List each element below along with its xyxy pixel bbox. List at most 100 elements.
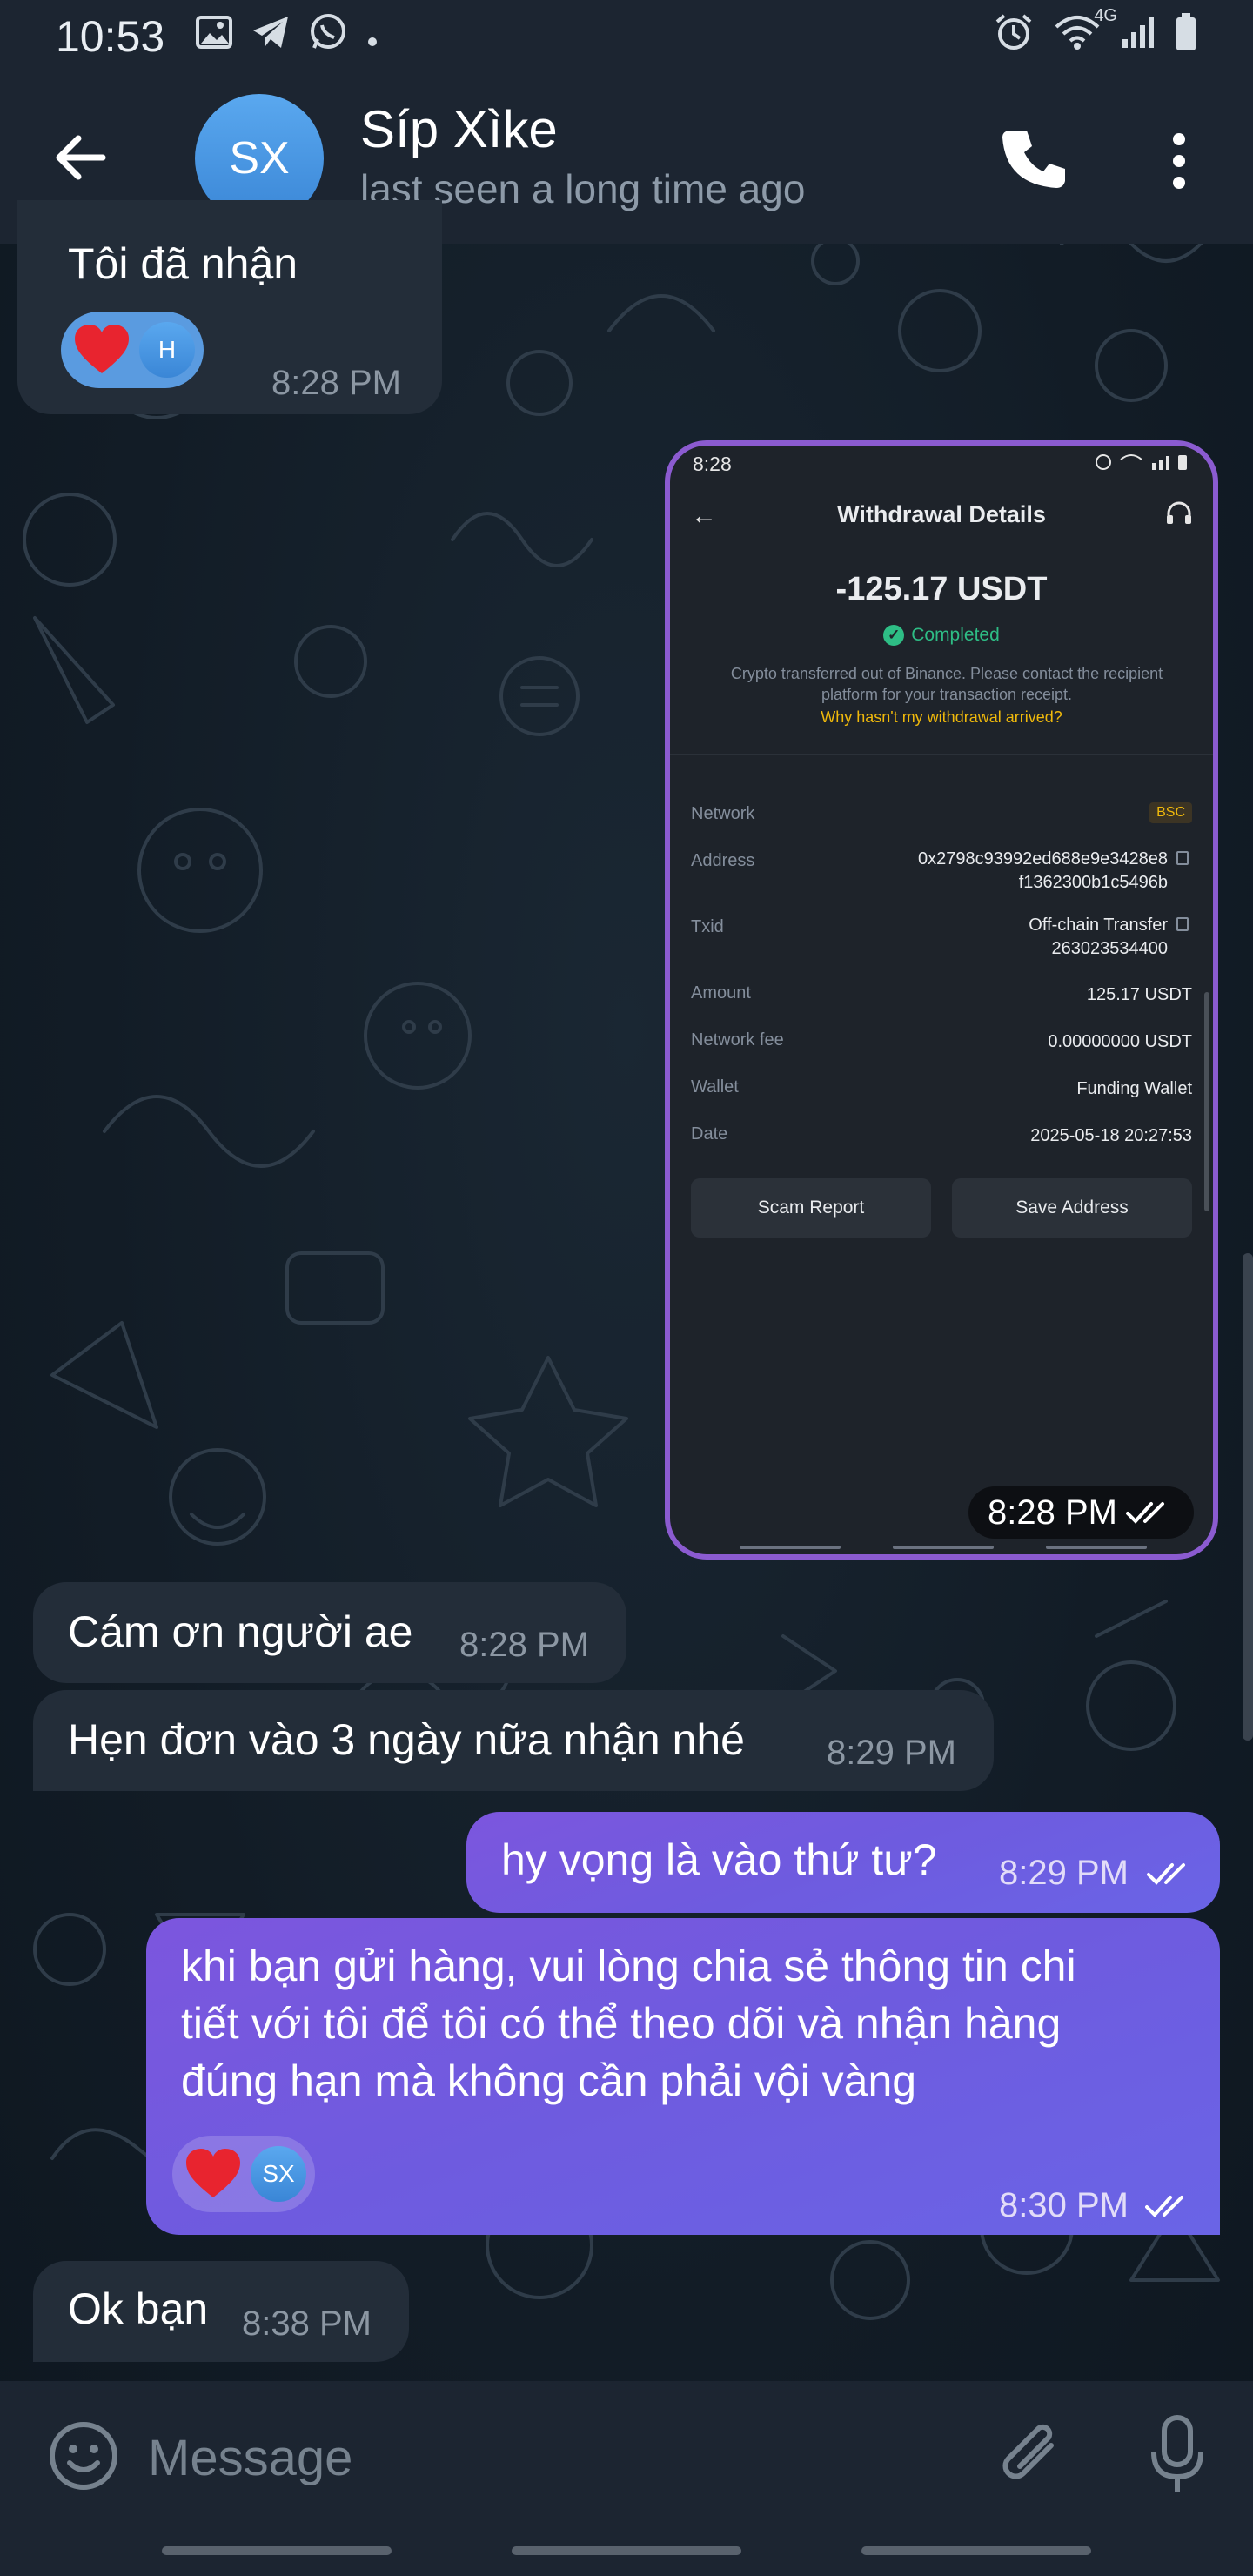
message-bubble-incoming[interactable]: Tôi đã nhận H 8:28 PM xyxy=(17,200,442,414)
withdrawal-status: ✓ Completed xyxy=(670,625,1213,647)
double-check-icon xyxy=(1145,2196,1183,2217)
system-icons: 4G xyxy=(994,6,1197,60)
message-time: 8:28 PM xyxy=(459,1626,589,1664)
microphone-icon xyxy=(1151,2415,1203,2492)
message-time: 8:28 PM xyxy=(988,1493,1117,1532)
attach-button[interactable] xyxy=(997,2416,1070,2498)
message-bubble-outgoing[interactable]: hy vọng là vào thứ tư? 8:29 PM xyxy=(466,1812,1220,1913)
nav-bar-pill xyxy=(861,2546,1091,2555)
network-type-label: 4G xyxy=(1094,6,1117,25)
alarm-icon xyxy=(994,13,1034,60)
reaction-chip[interactable]: H xyxy=(61,312,204,388)
smiley-icon xyxy=(50,2422,117,2490)
withdrawal-description: Crypto transferred out of Binance. Pleas… xyxy=(730,665,1163,703)
txid-line-1: Off-chain Transfer xyxy=(1029,916,1168,935)
message-time: 8:30 PM xyxy=(999,2186,1129,2224)
copy-icon xyxy=(1176,917,1189,931)
detail-label: Date xyxy=(691,1124,728,1144)
emoji-button[interactable] xyxy=(47,2419,120,2492)
detail-label: Address xyxy=(691,851,755,870)
withdrawal-amount: -125.17 USDT xyxy=(835,571,1048,607)
back-button[interactable] xyxy=(50,127,111,188)
message-bubble-incoming[interactable]: Hẹn đơn vào 3 ngày nữa nhận nhé 8:29 PM xyxy=(33,1690,994,1791)
network-badge: BSC xyxy=(1149,802,1192,823)
message-time: 8:28 PM xyxy=(271,364,401,402)
message-text: Hẹn đơn vào 3 ngày nữa nhận nhé xyxy=(68,1715,745,1764)
screenshot-topbar: ← Withdrawal Details xyxy=(670,486,1213,547)
screenshot-nav-bar xyxy=(740,1546,841,1549)
txid-value: Off-chain Transfer 263023534400 xyxy=(1029,914,1189,961)
withdrawal-help-link: Why hasn't my withdrawal arrived? xyxy=(821,708,1062,726)
chat-scrollbar[interactable] xyxy=(1243,1253,1253,1741)
message-text: Cám ơn người ae xyxy=(68,1607,413,1656)
status-time: 10:53 xyxy=(56,12,165,61)
detail-label: Amount xyxy=(691,983,751,1003)
wifi-icon: 4G xyxy=(1053,6,1117,60)
phone-icon xyxy=(1002,131,1065,188)
arrow-left-icon xyxy=(56,135,106,180)
more-vertical-icon xyxy=(1173,133,1185,189)
nav-bar-pill xyxy=(162,2546,392,2555)
whatsapp-icon xyxy=(309,13,347,60)
txid-line-2: 263023534400 xyxy=(1051,939,1168,958)
message-text-line: khi bạn gửi hàng, vui lòng chia sẻ thông… xyxy=(181,1942,1076,1990)
message-text: hy vọng là vào thứ tư? xyxy=(501,1835,937,1884)
address-line-2: f1362300b1c5496b xyxy=(1018,873,1168,892)
detail-label: Wallet xyxy=(691,1077,739,1097)
voice-record-button[interactable] xyxy=(1147,2412,1208,2499)
screenshot-scrollbar xyxy=(1204,992,1209,1211)
headset-icon xyxy=(1167,501,1191,524)
reaction-chip[interactable]: SX xyxy=(172,2136,315,2212)
signal-icon xyxy=(1121,15,1156,58)
telegram-icon xyxy=(251,15,290,58)
message-bubble-outgoing[interactable]: khi bạn gửi hàng, vui lòng chia sẻ thông… xyxy=(146,1918,1220,2235)
image-time-pill: 8:28 PM xyxy=(968,1486,1194,1539)
divider xyxy=(670,754,1213,755)
contact-name[interactable]: Síp Xìke xyxy=(360,99,558,159)
reaction-avatar: H xyxy=(139,322,195,378)
message-time: 8:29 PM xyxy=(827,1734,956,1772)
detail-value: 0.00000000 USDT xyxy=(1048,1032,1192,1051)
withdrawal-status-text: Completed xyxy=(911,625,1000,645)
screenshot-nav-bar xyxy=(1046,1546,1147,1549)
dot-icon xyxy=(366,17,379,57)
save-address-button: Save Address xyxy=(952,1178,1192,1238)
detail-value: Funding Wallet xyxy=(1076,1079,1192,1098)
message-time: 8:29 PM xyxy=(999,1854,1129,1892)
message-bubble-incoming[interactable]: Cám ơn người ae 8:28 PM xyxy=(33,1582,626,1683)
battery-icon xyxy=(1175,13,1197,60)
message-text: Ok bạn xyxy=(68,2284,209,2333)
heart-icon xyxy=(75,325,129,373)
system-status-bar: 10:53 4G xyxy=(0,0,1253,73)
scam-report-button: Scam Report xyxy=(691,1178,931,1238)
double-check-icon xyxy=(1147,1863,1185,1885)
message-text-line: tiết với tôi để tôi có thể theo dõi và n… xyxy=(181,1999,1062,2048)
call-button[interactable] xyxy=(1001,125,1069,193)
nav-bar-pill xyxy=(512,2546,741,2555)
copy-icon xyxy=(1176,851,1189,865)
message-text-line: đúng hạn mà không cần phải vội vàng xyxy=(181,2056,917,2105)
message-bubble-incoming[interactable]: Ok bạn 8:38 PM xyxy=(33,2261,409,2362)
screenshot-nav-bar xyxy=(893,1546,994,1549)
reaction-avatar: SX xyxy=(251,2146,306,2202)
image-message[interactable]: 8:28 ← Withdrawal Details -125.17 USDT ✓… xyxy=(665,440,1218,1560)
screenshot-status-time: 8:28 xyxy=(693,453,732,475)
check-circle-icon: ✓ xyxy=(883,625,905,647)
detail-value: 125.17 USDT xyxy=(1086,985,1192,1004)
screenshot-title: Withdrawal Details xyxy=(837,501,1046,527)
heart-icon xyxy=(186,2149,240,2197)
screenshot-status-icons xyxy=(1095,453,1190,477)
message-text: Tôi đã nhận xyxy=(68,239,298,288)
detail-label: Network fee xyxy=(691,1030,784,1050)
image-icon xyxy=(196,16,233,57)
detail-value: 2025-05-18 20:27:53 xyxy=(1030,1126,1192,1145)
more-options-button[interactable] xyxy=(1157,127,1201,195)
paperclip-icon xyxy=(1002,2424,1054,2479)
double-check-icon xyxy=(1126,1502,1164,1524)
detail-label: Txid xyxy=(691,917,724,936)
address-value: 0x2798c93992ed688e9e3428e8 f1362300b1c54… xyxy=(918,848,1189,895)
message-input[interactable] xyxy=(148,2423,931,2492)
detail-label: Network xyxy=(691,804,755,823)
notification-icons xyxy=(196,13,379,60)
address-line-1: 0x2798c93992ed688e9e3428e8 xyxy=(918,849,1168,869)
